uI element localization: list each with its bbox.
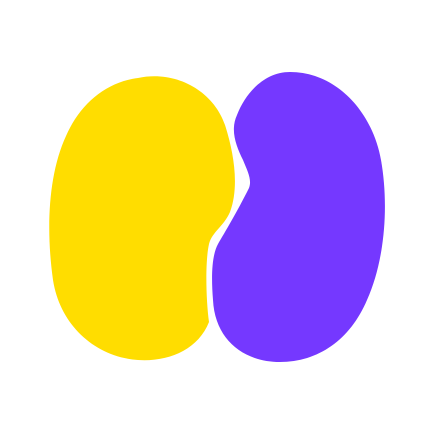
purple-blob-shape <box>212 72 385 362</box>
two-blob-logo-icon <box>49 72 385 362</box>
logo-canvas <box>0 0 434 434</box>
yellow-blob-shape <box>49 76 235 361</box>
